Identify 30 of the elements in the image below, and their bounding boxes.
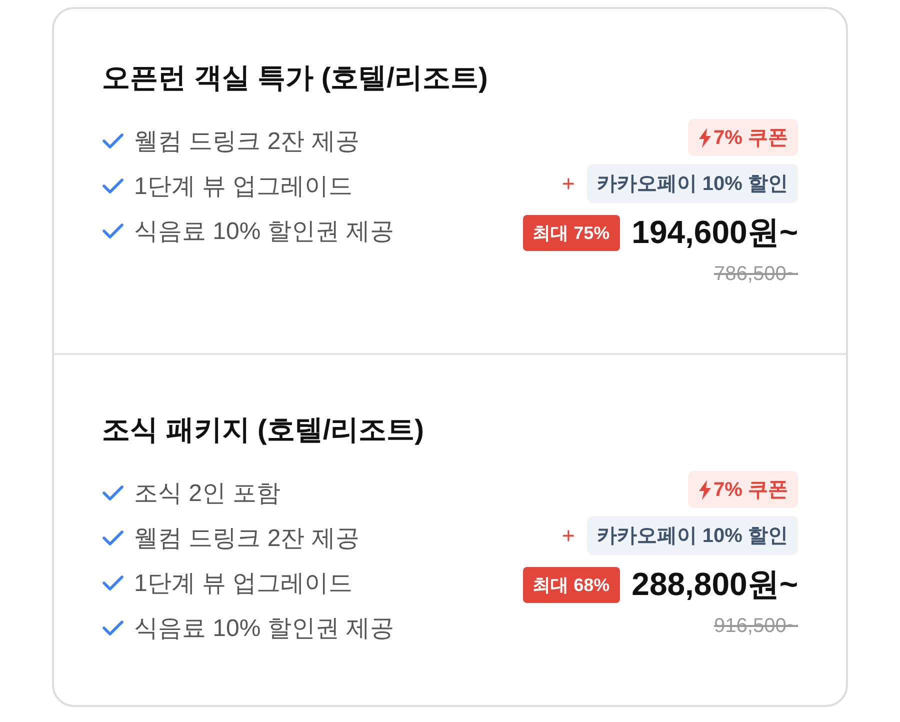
benefit-text: 웰컴 드링크 2잔 제공 [134, 524, 360, 554]
check-icon [102, 484, 124, 502]
pay-discount-badge: 카카오페이 10% 할인 [586, 164, 798, 203]
benefit-text: 조식 2인 포함 [134, 479, 281, 509]
benefit-text: 식음료 10% 할인권 제공 [134, 614, 394, 644]
benefit-text: 웰컴 드링크 2잔 제공 [134, 127, 360, 157]
check-icon [102, 132, 124, 150]
discount-badge: 최대 68% [522, 567, 620, 603]
original-price: 786,500~ [714, 263, 798, 286]
package-title: 오픈런 객실 특가 (호텔/리조트) [102, 61, 489, 95]
benefit-text: 1단계 뷰 업그레이드 [134, 569, 353, 599]
check-icon [102, 222, 124, 240]
discount-badge: 최대 75% [522, 215, 620, 251]
price: 194,600원~ [632, 213, 798, 252]
benefit-text: 1단계 뷰 업그레이드 [134, 172, 353, 202]
pay-discount-badge: 카카오페이 10% 할인 [586, 516, 798, 555]
plus-sign: + [562, 170, 575, 196]
check-icon [102, 177, 124, 195]
coupon-text: 7% 쿠폰 [714, 126, 788, 151]
check-icon [102, 529, 124, 547]
plus-sign: + [562, 522, 575, 548]
price: 288,800원~ [632, 565, 798, 604]
check-icon [102, 619, 124, 637]
lightning-icon [698, 480, 712, 500]
lightning-icon [698, 128, 712, 148]
coupon-text: 7% 쿠폰 [714, 478, 788, 503]
benefit-text: 식음료 10% 할인권 제공 [134, 217, 394, 247]
package-title: 조식 패키지 (호텔/리조트) [102, 413, 425, 447]
check-icon [102, 574, 124, 592]
original-price: 916,500~ [714, 615, 798, 638]
